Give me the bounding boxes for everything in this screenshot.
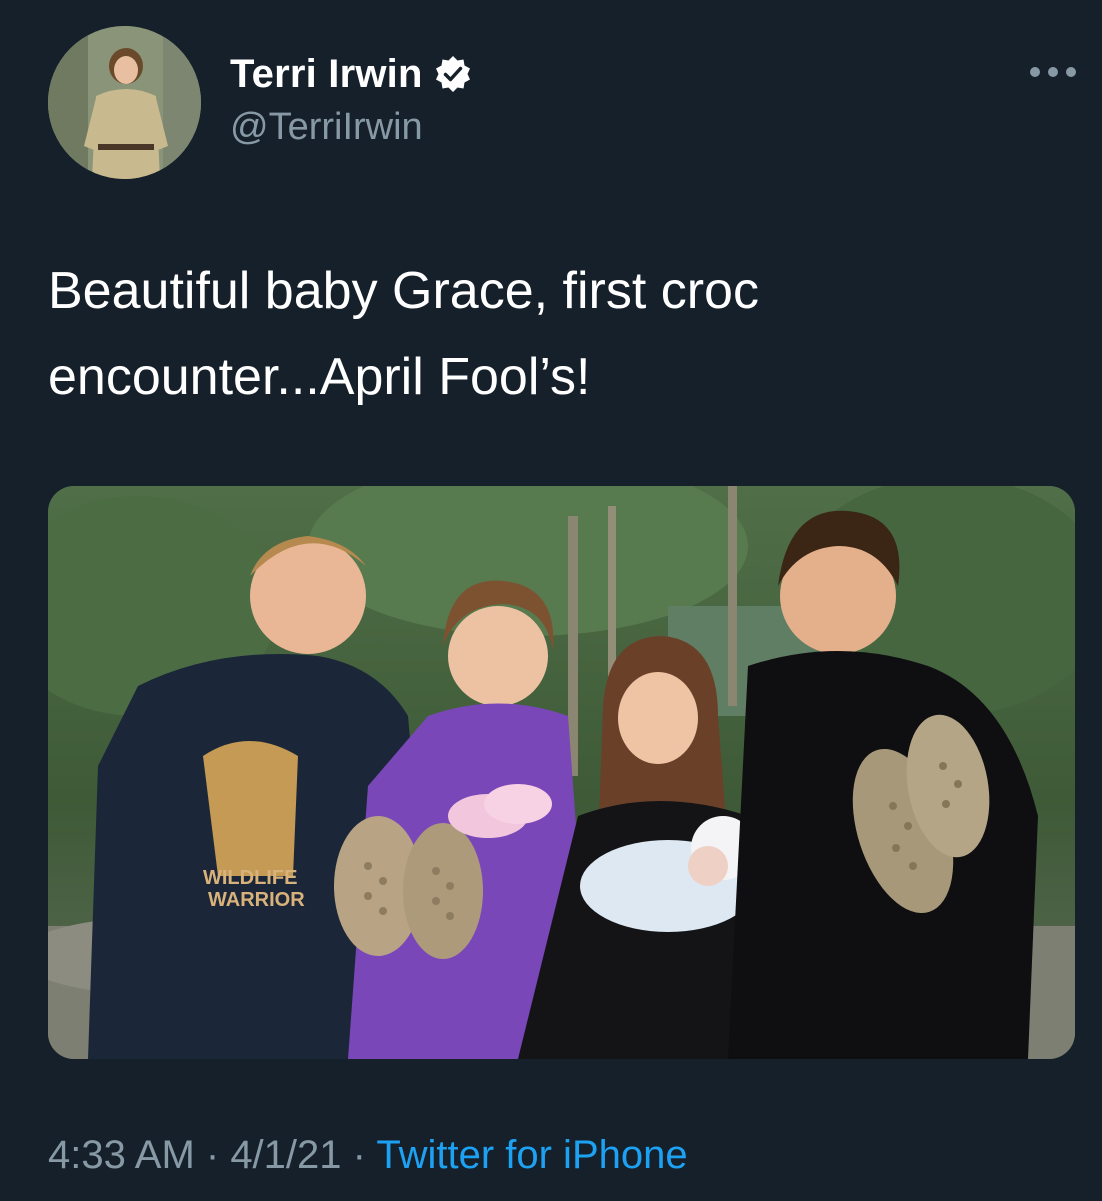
- author-row: Terri Irwin: [230, 50, 473, 98]
- author-handle[interactable]: @TerriIrwin: [230, 106, 423, 149]
- display-name[interactable]: Terri Irwin: [230, 52, 423, 97]
- avatar[interactable]: [48, 26, 201, 179]
- tweet-time[interactable]: 4:33 AM: [48, 1133, 195, 1177]
- tweet-date[interactable]: 4/1/21: [230, 1133, 341, 1177]
- shirt-text-line2: WARRIOR: [208, 889, 305, 911]
- more-dot-icon: [1066, 67, 1076, 77]
- meta-separator: ·: [194, 1133, 231, 1177]
- shirt-text-line1: WILDLIFE: [203, 867, 297, 889]
- more-horizontal-icon[interactable]: [1030, 60, 1076, 84]
- tweet-source-link[interactable]: Twitter for iPhone: [376, 1133, 687, 1177]
- tweet: Terri Irwin @TerriIrwin Beautiful baby G…: [0, 0, 1102, 1201]
- photo-scene: WILDLIFE WARRIOR: [48, 486, 1075, 1059]
- more-dot-icon: [1048, 67, 1058, 77]
- tweet-photo[interactable]: WILDLIFE WARRIOR: [48, 486, 1075, 1059]
- more-dot-icon: [1030, 67, 1040, 77]
- meta-separator: ·: [341, 1133, 377, 1177]
- tweet-text: Beautiful baby Grace, first croc encount…: [48, 262, 774, 406]
- tweet-meta: 4:33 AM · 4/1/21 · Twitter for iPhone: [48, 1133, 688, 1178]
- verified-badge-icon: [433, 54, 473, 94]
- avatar-photo: [48, 26, 201, 179]
